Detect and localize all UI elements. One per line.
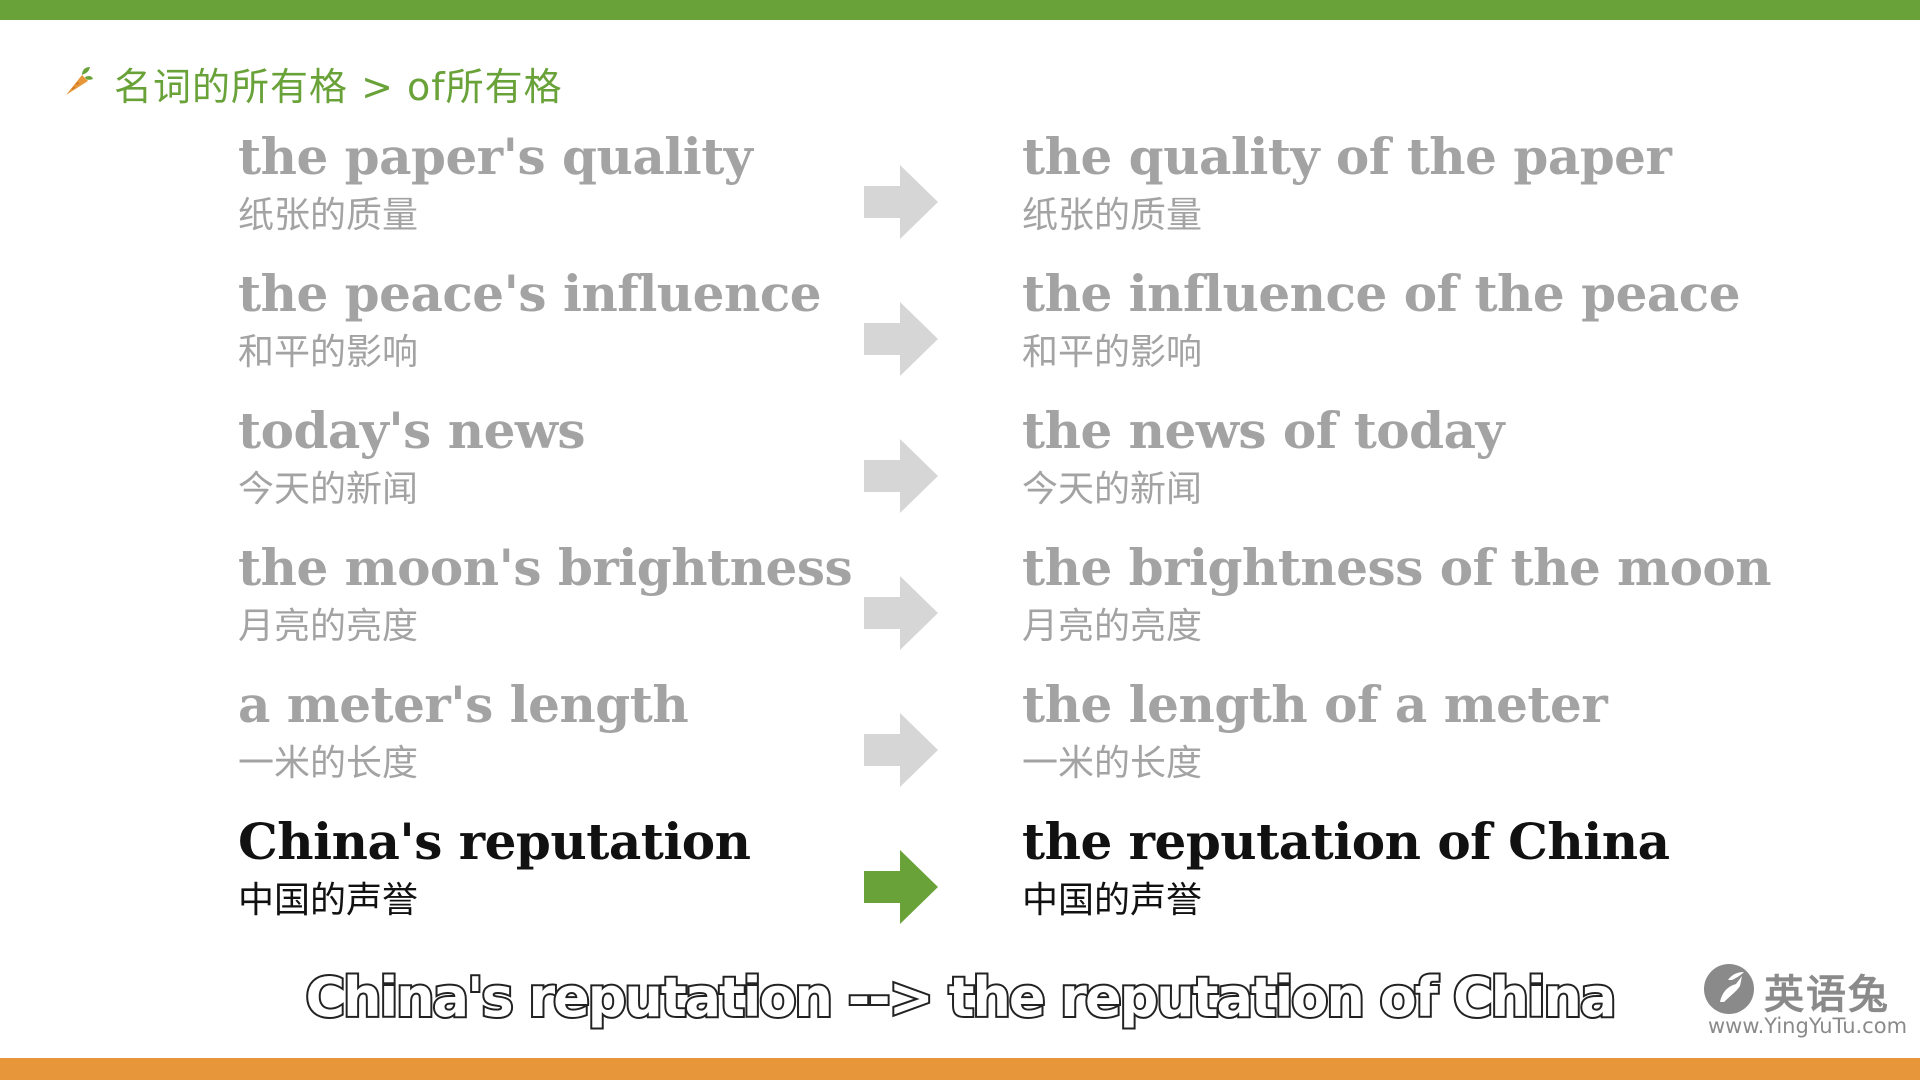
carrot-icon	[60, 63, 96, 103]
breadcrumb: 名词的所有格 > of所有格	[60, 58, 563, 109]
right-arrow-icon	[864, 713, 938, 787]
of-translation: 一米的长度	[1022, 743, 1203, 784]
possessive-phrase: the moon's brightness	[238, 538, 853, 597]
watermark-url: www.YingYuTu.com	[1708, 1014, 1908, 1038]
top-accent-bar	[0, 0, 1920, 20]
watermark-logo: 英语兔 www.YingYuTu.com	[1700, 960, 1907, 1040]
possessive-translation: 中国的声誉	[238, 880, 419, 921]
possessive-translation: 一米的长度	[238, 743, 419, 784]
possessive-row: the paper's quality 纸张的质量 the quality of…	[0, 125, 1920, 262]
breadcrumb-text: 名词的所有格 > of所有格	[114, 64, 563, 109]
possessive-phrase: today's news	[238, 401, 586, 460]
video-subtitle: China's reputation --> the reputation of…	[304, 964, 1619, 1031]
of-translation: 中国的声誉	[1022, 880, 1203, 921]
right-arrow-icon	[864, 302, 938, 376]
possessive-translation: 今天的新闻	[238, 469, 419, 510]
of-phrase: the brightness of the moon	[1022, 538, 1772, 597]
possessive-translation: 纸张的质量	[238, 195, 419, 236]
of-translation: 和平的影响	[1022, 332, 1203, 373]
of-phrase: the reputation of China	[1022, 812, 1670, 871]
possessive-phrase: the paper's quality	[238, 127, 753, 186]
of-phrase: the length of a meter	[1022, 675, 1608, 734]
possessive-translation: 和平的影响	[238, 332, 419, 373]
of-phrase: the quality of the paper	[1022, 127, 1672, 186]
of-translation: 纸张的质量	[1022, 195, 1203, 236]
possessive-row-active: China's reputation 中国的声誉 the reputation …	[0, 810, 1920, 947]
possessive-row: today's news 今天的新闻 the news of today 今天的…	[0, 399, 1920, 536]
bottom-accent-bar	[0, 1058, 1920, 1080]
watermark-name: 英语兔	[1764, 971, 1890, 1018]
possessive-row: the moon's brightness 月亮的亮度 the brightne…	[0, 536, 1920, 673]
of-phrase: the influence of the peace	[1022, 264, 1741, 323]
right-arrow-icon	[864, 576, 938, 650]
possessive-phrase: the peace's influence	[238, 264, 822, 323]
right-arrow-icon	[864, 165, 938, 239]
right-arrow-icon	[864, 439, 938, 513]
right-arrow-icon	[864, 850, 938, 924]
possessive-translation: 月亮的亮度	[238, 606, 419, 647]
possessive-phrase: China's reputation	[238, 812, 751, 871]
possessive-row: a meter's length 一米的长度 the length of a m…	[0, 673, 1920, 810]
possessive-row: the peace's influence 和平的影响 the influenc…	[0, 262, 1920, 399]
rabbit-logo-icon	[1704, 964, 1754, 1014]
of-translation: 今天的新闻	[1022, 469, 1203, 510]
of-translation: 月亮的亮度	[1022, 606, 1203, 647]
of-phrase: the news of today	[1022, 401, 1505, 460]
possessive-phrase: a meter's length	[238, 675, 689, 734]
